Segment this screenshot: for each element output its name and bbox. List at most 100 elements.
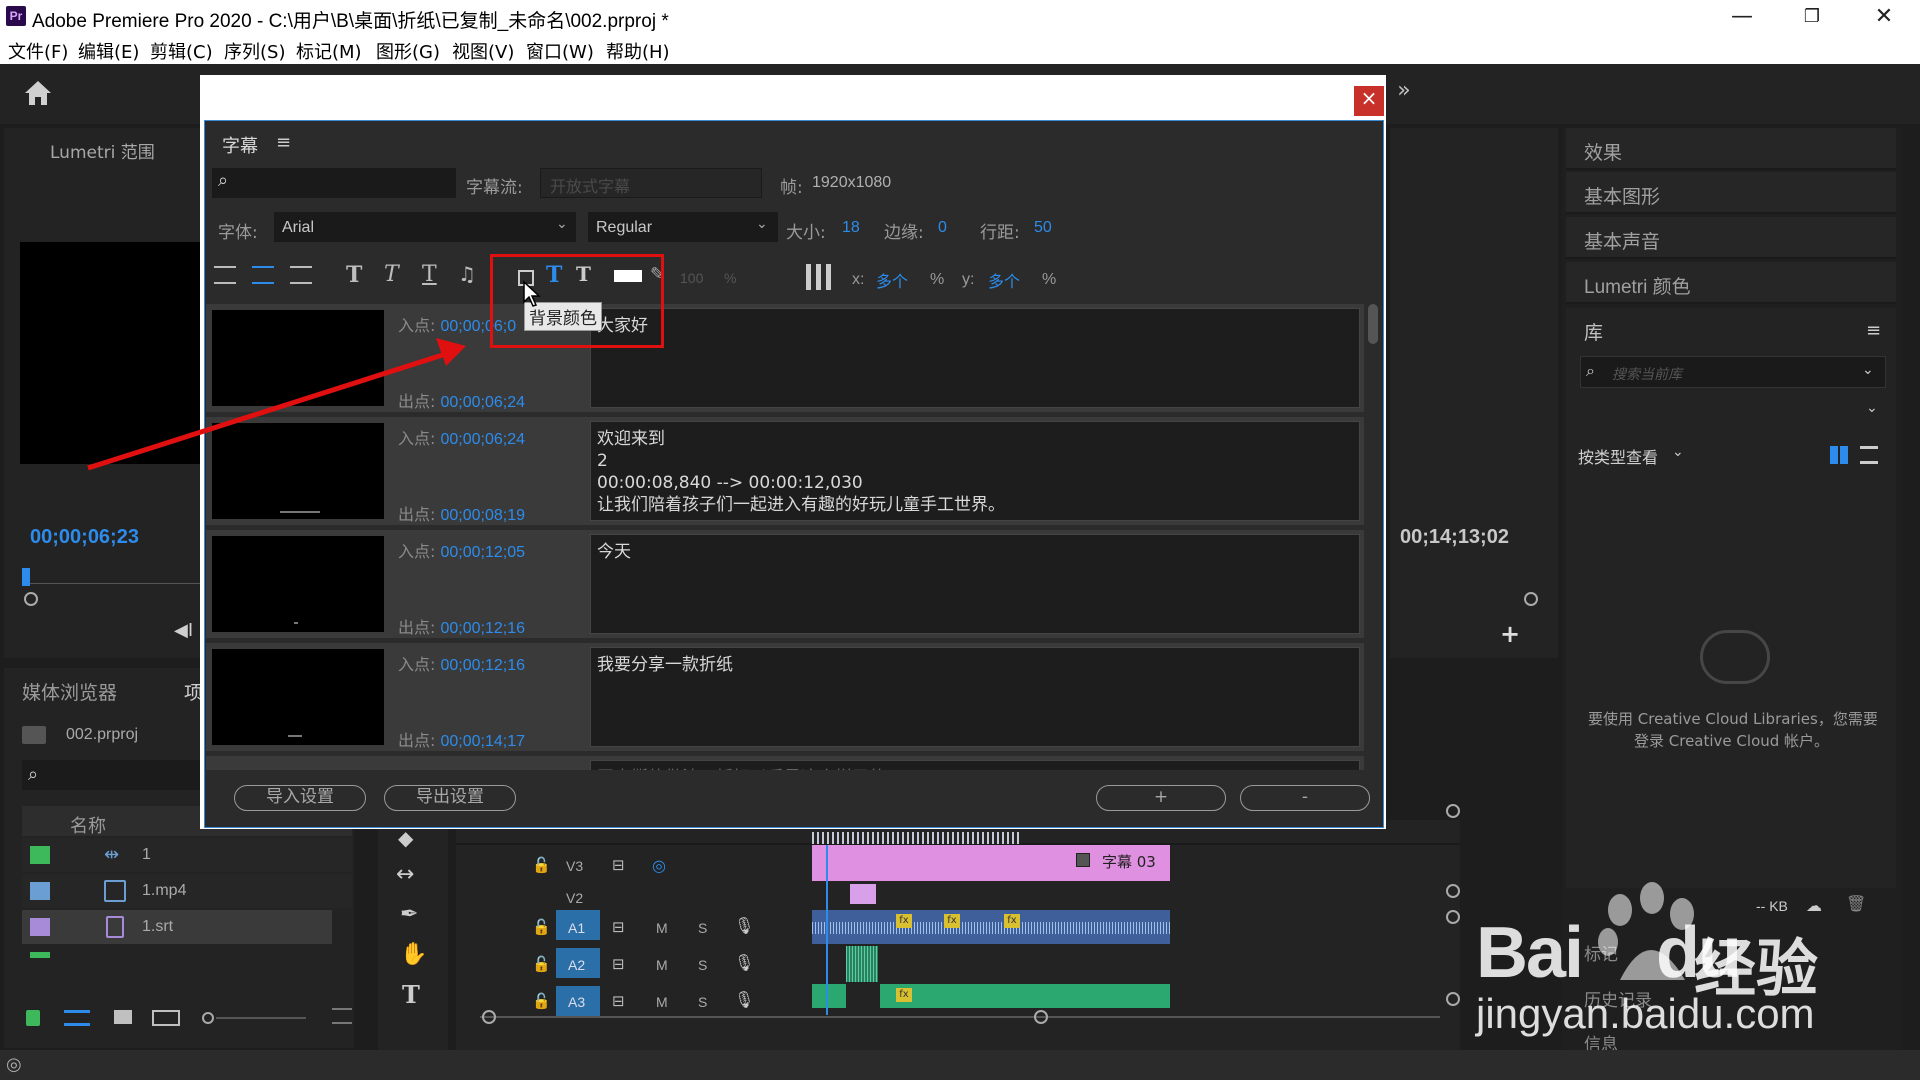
menu-window[interactable]: 窗口(W) xyxy=(526,38,594,64)
panel-essential-sound[interactable]: 基本声音 xyxy=(1566,217,1896,259)
line-spacing-value[interactable]: 50 xyxy=(1034,219,1052,237)
caption-row[interactable]: 入点: 00;00;12;05 出点: 00;00;12;16 今天 xyxy=(206,530,1364,638)
ripple-edit-tool-icon[interactable]: ↔ xyxy=(396,862,414,887)
track-label-v3[interactable]: V3 xyxy=(566,858,583,874)
label-color-swatch[interactable] xyxy=(30,918,50,936)
import-settings-button[interactable]: 导入设置 xyxy=(234,785,366,811)
zoom-slider-handle[interactable] xyxy=(202,1012,214,1024)
add-button-icon[interactable]: + xyxy=(1500,620,1520,648)
caption-out-point[interactable]: 出点: 00;00;12;16 xyxy=(398,614,525,638)
vertical-scroll-handle[interactable] xyxy=(1446,804,1460,818)
chevron-down-icon[interactable]: ⌄ xyxy=(556,216,568,232)
caption-text-field[interactable]: 开支撕的做法，折好以后是这个样子的 xyxy=(590,760,1360,770)
panel-effects[interactable]: 效果 xyxy=(1566,128,1896,170)
sync-lock-icon[interactable]: ⊟ xyxy=(612,955,625,973)
source-playhead[interactable] xyxy=(22,568,30,586)
track-label-a1[interactable]: A1 xyxy=(568,920,585,936)
chevron-down-icon[interactable]: ⌄ xyxy=(1672,444,1684,460)
chevron-down-icon[interactable]: ⌄ xyxy=(1862,362,1874,378)
caption-out-point[interactable]: 出点: 00;00;08;19 xyxy=(398,501,525,525)
chevron-down-icon[interactable]: ⌄ xyxy=(756,216,768,232)
audio-clip-a3[interactable] xyxy=(880,984,1170,1008)
sync-lock-icon[interactable]: ⊟ xyxy=(612,992,625,1010)
track-lock-icon[interactable]: 🔓 xyxy=(532,918,551,936)
music-note-icon[interactable]: ♫ xyxy=(458,262,476,286)
step-back-icon[interactable]: ◀I xyxy=(174,620,193,641)
label-color-swatch[interactable] xyxy=(30,846,50,864)
list-view-icon[interactable] xyxy=(1860,446,1878,464)
audio-clip-a3[interactable] xyxy=(812,984,846,1008)
font-family-select[interactable] xyxy=(274,212,576,242)
menu-file[interactable]: 文件(F) xyxy=(8,38,68,64)
panel-lumetri-color[interactable]: Lumetri 颜色 xyxy=(1566,262,1896,304)
track-visibility-off-icon[interactable]: ◎ xyxy=(652,856,666,875)
sync-lock-icon[interactable]: ⊟ xyxy=(612,918,625,936)
export-settings-button[interactable]: 导出设置 xyxy=(384,785,516,811)
list-item[interactable] xyxy=(22,874,352,908)
track-lock-icon[interactable]: 🔓 xyxy=(532,856,551,874)
align-center-icon[interactable] xyxy=(252,266,274,284)
y-value[interactable]: 多个 xyxy=(988,268,1020,292)
track-lock-icon[interactable]: 🔓 xyxy=(532,955,551,973)
italic-icon[interactable]: T xyxy=(384,262,399,287)
scroll-handle-right[interactable] xyxy=(1034,1010,1048,1024)
pen-tool-icon[interactable]: ✒ xyxy=(400,902,418,927)
lock-icon[interactable] xyxy=(26,1010,40,1026)
add-caption-button[interactable]: + xyxy=(1096,785,1226,811)
edge-value[interactable]: 0 xyxy=(938,219,947,237)
menu-edit[interactable]: 编辑(E) xyxy=(78,38,139,64)
in-timecode[interactable]: 00;00;12;16 xyxy=(441,657,526,674)
menu-help[interactable]: 帮助(H) xyxy=(606,38,670,64)
voiceover-mic-icon[interactable]: 🎙 xyxy=(734,990,754,1009)
zoom-slider-track[interactable] xyxy=(216,1017,306,1019)
menu-view[interactable]: 视图(V) xyxy=(452,38,514,64)
trash-icon[interactable]: 🗑 xyxy=(1846,894,1866,913)
label-color-swatch[interactable] xyxy=(30,882,50,900)
bold-icon[interactable]: T xyxy=(346,262,362,288)
scroll-handle-left[interactable] xyxy=(482,1010,496,1024)
caption-out-point[interactable]: 出点: 00;00;14;17 xyxy=(398,727,525,751)
label-color-swatch[interactable] xyxy=(30,952,50,958)
caption-row-partial[interactable]: 开支撕的做法，折好以后是这个样子的 xyxy=(206,756,1364,770)
expand-panels-icon[interactable]: » xyxy=(1394,78,1414,103)
vertical-scroll-handle[interactable] xyxy=(1446,910,1460,924)
col-name-header[interactable]: 名称 xyxy=(70,812,106,838)
menu-clip[interactable]: 剪辑(C) xyxy=(150,38,213,64)
voiceover-mic-icon[interactable]: 🎙 xyxy=(734,953,754,972)
track-label-a3[interactable]: A3 xyxy=(568,994,585,1010)
underline-icon[interactable]: T xyxy=(422,262,437,287)
mute-button[interactable]: M xyxy=(656,920,668,936)
captions-panel-menu-icon[interactable]: ≡ xyxy=(276,132,291,153)
source-ruler[interactable] xyxy=(22,568,202,584)
menu-sequence[interactable]: 序列(S) xyxy=(224,38,285,64)
caption-text-field[interactable]: 我要分享一款折纸 xyxy=(590,647,1360,747)
home-icon[interactable] xyxy=(22,78,54,110)
type-tool-icon[interactable]: T xyxy=(402,980,420,1009)
audio-clip-a2[interactable] xyxy=(846,946,878,982)
view-by-dropdown[interactable]: 按类型查看 xyxy=(1578,444,1658,468)
caption-search-input[interactable] xyxy=(212,168,456,198)
caption-text-field[interactable]: 大家好 xyxy=(590,308,1360,408)
position-grid-icon[interactable] xyxy=(806,264,834,290)
opacity-value[interactable]: 100 xyxy=(680,270,703,286)
caption-text-field[interactable]: 欢迎来到 2 00:00:08,840 --> 00:00:12,030 让我们… xyxy=(590,421,1360,521)
timeline-scrollbar[interactable] xyxy=(480,1016,1440,1018)
vertical-scroll-handle[interactable] xyxy=(1446,884,1460,898)
icon-view-icon[interactable] xyxy=(114,1010,132,1024)
source-zoom-handle[interactable] xyxy=(24,592,38,606)
x-value[interactable]: 多个 xyxy=(876,268,908,292)
list-item[interactable] xyxy=(22,838,352,872)
track-label-a2[interactable]: A2 xyxy=(568,957,585,973)
align-right-icon[interactable] xyxy=(290,266,312,284)
caption-in-point[interactable]: 入点: 00;00;12;16 xyxy=(398,651,525,675)
vertical-scroll-handle[interactable] xyxy=(1446,992,1460,1006)
list-view-icon[interactable] xyxy=(64,1010,90,1026)
program-zoom-handle[interactable] xyxy=(1524,592,1538,606)
solo-button[interactable]: S xyxy=(698,994,707,1010)
tab-media-browser[interactable]: 媒体浏览器 xyxy=(22,678,117,705)
library-menu-icon[interactable]: ≡ xyxy=(1866,320,1881,341)
caption-clip-small[interactable] xyxy=(850,884,876,904)
hand-tool-icon[interactable]: ✋ xyxy=(400,942,427,967)
dialog-close-button[interactable]: × xyxy=(1354,86,1384,116)
size-value[interactable]: 18 xyxy=(842,219,860,237)
